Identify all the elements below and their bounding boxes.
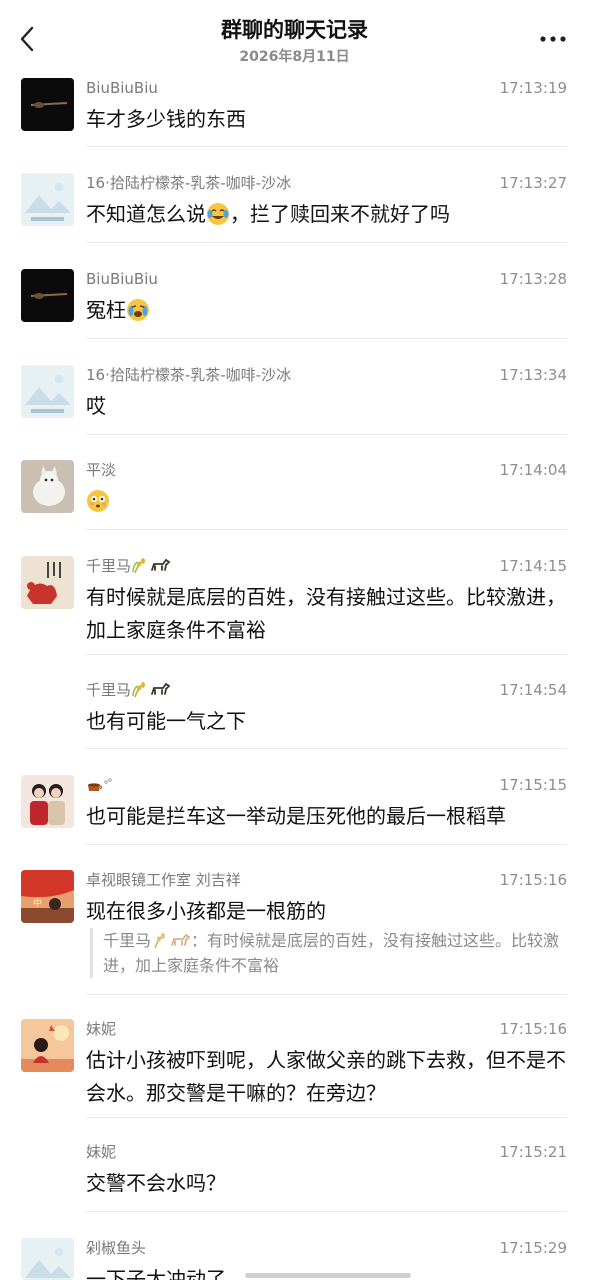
divider xyxy=(86,434,567,435)
message-time: 17:14:04 xyxy=(499,461,567,479)
wheat-icon xyxy=(132,558,146,574)
wheat-icon xyxy=(132,682,146,698)
message-time: 17:15:16 xyxy=(499,871,567,889)
message-text: 不知道怎么说 ，拦了赎回来不就好了吗 xyxy=(86,202,450,226)
sender-name: 16·拾陆柠檬茶-乳茶-咖啡-沙冰 xyxy=(86,366,292,384)
sender-name: 千里马 xyxy=(86,680,171,700)
divider xyxy=(86,1117,567,1118)
divider xyxy=(86,338,567,339)
horse-icon xyxy=(151,682,171,695)
home-indicator xyxy=(245,1273,411,1278)
sender-name: 平淡 xyxy=(86,461,117,479)
sender-name xyxy=(86,775,116,795)
horse-icon xyxy=(151,558,171,571)
sender-name: 卓视眼镜工作室 刘吉祥 xyxy=(86,871,241,889)
message-time: 17:14:15 xyxy=(499,557,567,575)
sender-name: 妹妮 xyxy=(86,1020,117,1038)
horse-icon xyxy=(171,933,191,946)
message-time: 17:13:27 xyxy=(499,174,567,192)
divider xyxy=(86,146,567,147)
message-time: 17:13:19 xyxy=(499,79,567,97)
message-text: 冤枉 xyxy=(86,294,568,327)
divider xyxy=(86,994,567,995)
quoted-message[interactable]: 千里马 ：有时候就是底层的百姓，没有接触过这些。比较激进，加上家庭条件不富裕 xyxy=(90,928,573,978)
message-time: 17:13:28 xyxy=(499,270,567,288)
avatar[interactable] xyxy=(21,1019,74,1072)
message-time: 17:15:16 xyxy=(499,1020,567,1038)
wheat-icon xyxy=(154,933,166,949)
avatar[interactable] xyxy=(21,460,74,513)
message-text: 也有可能一气之下 xyxy=(86,709,246,733)
avatar[interactable] xyxy=(21,775,74,828)
message-text: 交警不会水吗？ xyxy=(86,1171,226,1195)
divider xyxy=(86,654,567,655)
svg-text:中: 中 xyxy=(33,897,42,909)
crying-emoji-icon xyxy=(127,299,149,321)
message-text: 估计小孩被吓到呢，人家做父亲的跳下去救，但不是不会水。那交警是干嘛的？在旁边？ xyxy=(86,1048,566,1105)
page-date: 2026年8月11日 xyxy=(239,49,350,65)
message-time: 17:15:29 xyxy=(499,1239,567,1257)
sender-name: BiuBiuBiu xyxy=(86,270,158,288)
message-text: 有时候就是底层的百姓，没有接触过这些。比较激进，加上家庭条件不富裕 xyxy=(86,585,566,642)
message-time: 17:14:54 xyxy=(499,681,567,699)
sender-name: 千里马 xyxy=(86,556,171,576)
page-title: 群聊的聊天记录 xyxy=(221,18,368,42)
divider xyxy=(86,748,567,749)
message-text: 也可能是拦车这一举动是压死他的最后一根稻草 xyxy=(86,804,506,828)
sender-name: 妹妮 xyxy=(86,1143,117,1161)
coffee-cup-icon xyxy=(88,778,112,791)
avatar[interactable]: 中 xyxy=(21,870,74,923)
crying-laughing-emoji-icon xyxy=(207,203,229,225)
divider xyxy=(86,242,567,243)
sender-name: 16·拾陆柠檬茶-乳茶-咖啡-沙冰 xyxy=(86,174,292,192)
message-text: 现在很多小孩都是一根筋的 xyxy=(86,899,326,923)
message-time: 17:13:34 xyxy=(499,366,567,384)
avatar[interactable] xyxy=(21,556,74,609)
sender-name: 剁椒鱼头 xyxy=(86,1239,147,1257)
avatar[interactable] xyxy=(21,365,74,418)
top-bar: 群聊的聊天记录 2026年8月11日 xyxy=(0,0,589,72)
sender-name: BiuBiuBiu xyxy=(86,79,158,97)
more-icon[interactable] xyxy=(539,34,567,44)
avatar[interactable] xyxy=(21,269,74,322)
flushed-emoji-icon xyxy=(87,490,109,512)
message-text xyxy=(86,485,568,518)
avatar[interactable] xyxy=(21,173,74,226)
avatar[interactable] xyxy=(21,78,74,131)
message-time: 17:15:15 xyxy=(499,776,567,794)
message-text: 哎 xyxy=(86,394,106,418)
avatar[interactable] xyxy=(21,1238,74,1280)
divider xyxy=(86,529,567,530)
divider xyxy=(86,844,567,845)
message-text: 车才多少钱的东西 xyxy=(86,107,246,131)
divider xyxy=(86,1211,567,1212)
message-time: 17:15:21 xyxy=(499,1143,567,1161)
